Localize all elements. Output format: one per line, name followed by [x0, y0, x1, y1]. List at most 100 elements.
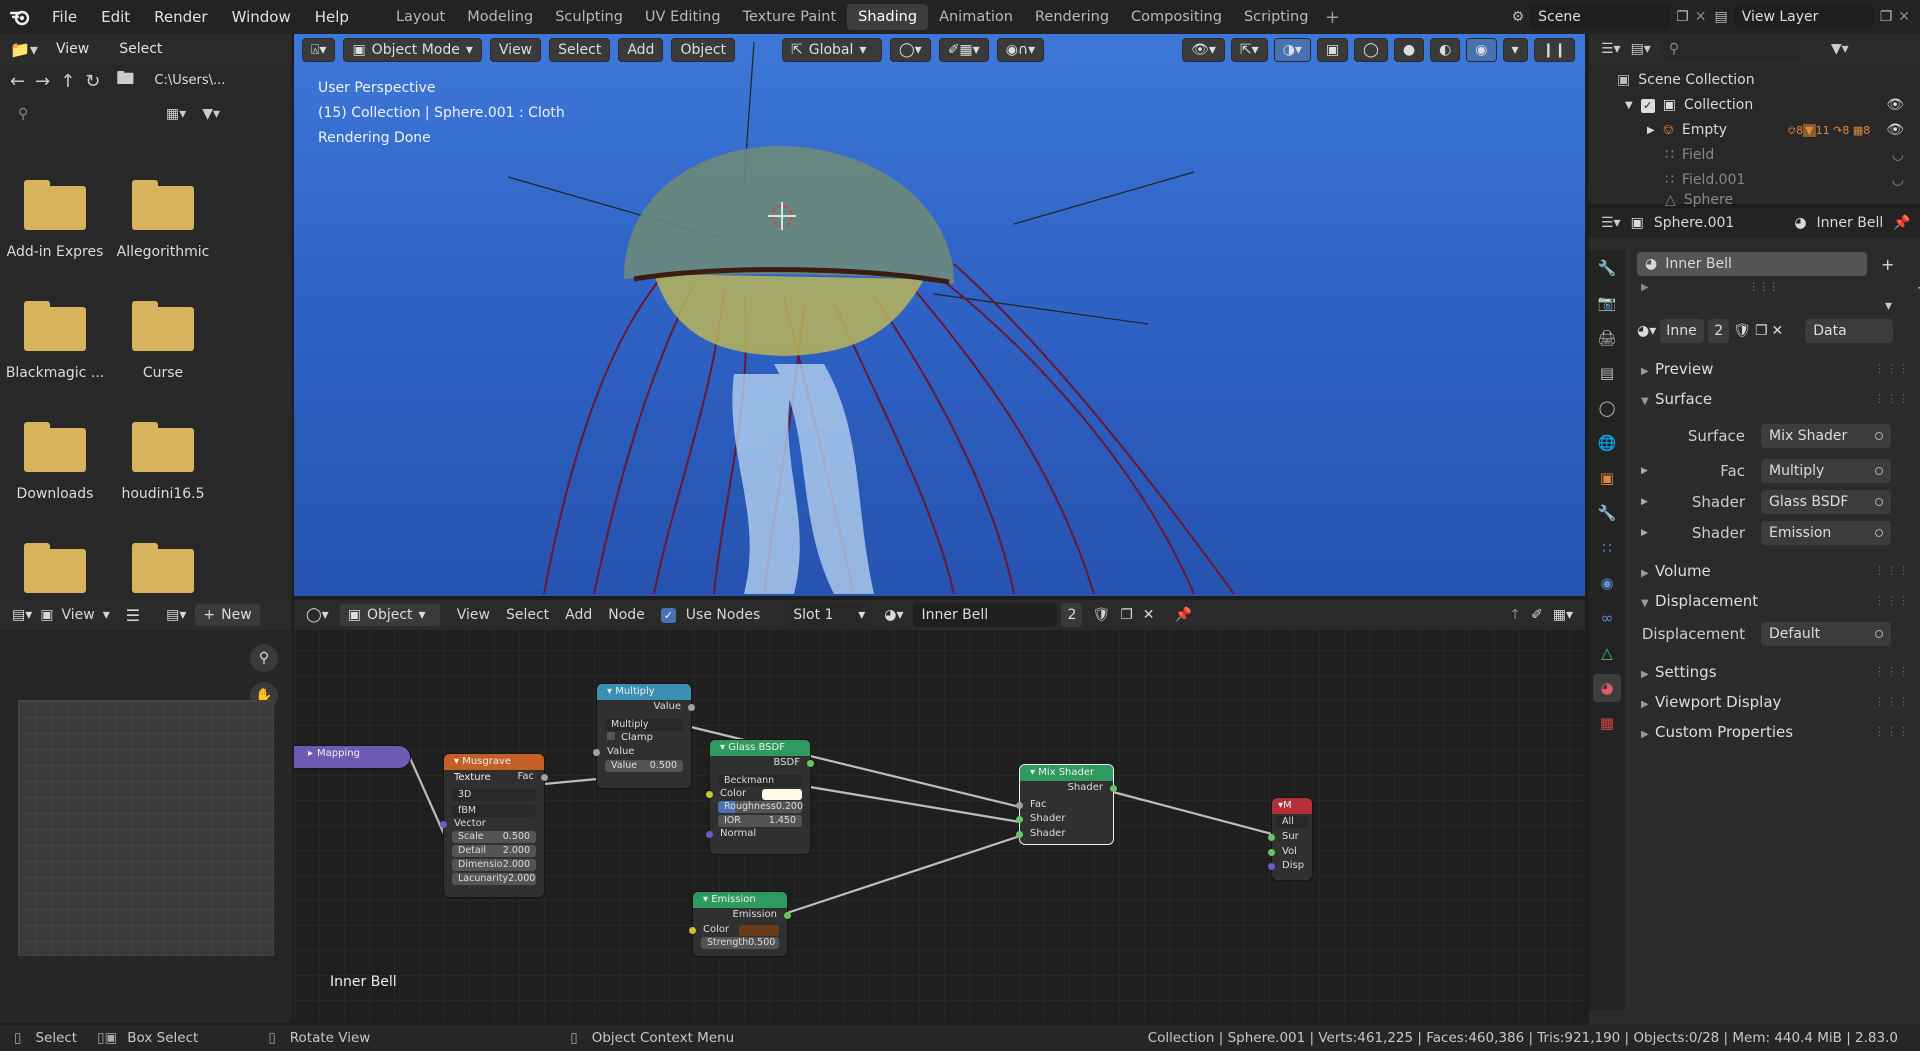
math-operation-dropdown[interactable]: Multiply [605, 718, 683, 731]
dimension-field[interactable]: Dimensio 2.000 [452, 859, 536, 871]
delete-view-layer-icon[interactable]: ✕ [1898, 9, 1910, 25]
outliner-filter-icon[interactable]: ▼▾ [1831, 41, 1849, 57]
expand-arrow-icon[interactable]: ▶ [1647, 118, 1655, 143]
editor-type-image-icon[interactable]: ▤▾ [12, 607, 32, 623]
view-layer-selector[interactable]: ▤ View Layer ❐ ✕ [1714, 5, 1910, 29]
tab-tool-icon[interactable]: 🔧 [1593, 254, 1621, 282]
tree-row-field[interactable]: ∷ Field ◡ [1589, 143, 1920, 168]
duplicate-material-icon[interactable]: ❐ [1755, 323, 1768, 339]
panel-volume[interactable]: ▶ Volume ⋮⋮⋮ [1629, 556, 1920, 586]
displacement-field[interactable]: Default [1761, 621, 1891, 646]
distribution-dropdown[interactable]: Beckmann [718, 774, 802, 787]
shader-input-2[interactable]: Emission [1761, 520, 1891, 545]
file-search-input[interactable]: ⚲ [10, 102, 156, 126]
tab-object-icon[interactable]: ▣ [1593, 464, 1621, 492]
slot-specials-icon[interactable]: ▾ [1885, 298, 1892, 314]
tab-animation[interactable]: Animation [928, 4, 1024, 30]
panel-preview[interactable]: ▶ Preview ⋮⋮⋮ [1629, 354, 1920, 384]
zoom-view-icon[interactable]: ⚲ [250, 644, 278, 672]
scene-name-field[interactable]: Scene [1530, 5, 1671, 29]
view-layer-field[interactable]: View Layer [1733, 5, 1874, 29]
viewport-3d[interactable]: ⍓▾ ▣ Object Mode ▾ View Select Add Object … [294, 34, 1585, 596]
roughness-field[interactable]: Roughness 0.200 [718, 801, 803, 813]
pin-icon[interactable]: 📌 [1893, 215, 1910, 231]
surface-shader-field[interactable]: Mix Shader [1761, 423, 1891, 448]
delete-scene-icon[interactable]: ✕ [1695, 9, 1707, 25]
display-mode-icon[interactable]: ▦▾ [166, 106, 186, 122]
tab-compositing[interactable]: Compositing [1120, 4, 1233, 30]
visibility-eye-icon[interactable]: 👁 [1886, 118, 1904, 143]
link-dropdown[interactable]: Data [1805, 319, 1894, 343]
material-name-field[interactable]: Inne [1660, 319, 1705, 343]
back-arrow-icon[interactable]: ← [10, 71, 25, 92]
tab-scripting[interactable]: Scripting [1233, 4, 1319, 30]
editor-type-folder-icon[interactable]: 📁▾ [10, 40, 38, 59]
proportional-edit-icon[interactable]: ◉∩▾ [996, 38, 1045, 62]
resize-grip-icon[interactable]: ⋮⋮⋮ [1749, 282, 1779, 293]
filter-icon[interactable]: ▼▾ [202, 106, 220, 122]
color-swatch[interactable] [739, 924, 779, 936]
menu-window[interactable]: Window [220, 0, 303, 34]
node-mapping[interactable]: ▸ Mapping [294, 746, 410, 768]
wireframe-shading-icon[interactable]: ◯ [1354, 38, 1388, 62]
lacunarity-field[interactable]: Lacunarity 2.000 [452, 873, 536, 885]
node-glass-bsdf[interactable]: ▾ Glass BSDF BSDF Beckmann Color Roughne… [706, 740, 814, 854]
new-folder-icon[interactable]: 🖿 [116, 66, 134, 96]
tree-row-collection[interactable]: ▼ ✓ ▣ Collection 👁 [1589, 93, 1920, 118]
material-shading-icon[interactable]: ◐ [1430, 38, 1461, 62]
fake-user-icon[interactable]: 🛡 [1733, 323, 1751, 339]
shading-options-icon[interactable]: ▾ [1502, 38, 1528, 62]
node-musgrave-texture[interactable]: ▾ Musgrave Texture Fac 3D fBM Vector Sca… [440, 754, 548, 897]
folder-item[interactable]: Curse [108, 301, 218, 381]
solid-shading-icon[interactable]: ● [1393, 38, 1425, 62]
node-mix-shader[interactable]: ▾ Mix Shader Shader Fac Shader Shader [1016, 765, 1117, 844]
shader-input-1[interactable]: Glass BSDF [1761, 489, 1891, 514]
hamburger-menu-icon[interactable]: ☰ [126, 606, 140, 625]
xray-icon[interactable]: ▣ [1316, 38, 1349, 62]
tab-view-layer-icon[interactable]: ▤ [1593, 359, 1621, 387]
pivot-point-icon[interactable]: ◯▾ [890, 38, 931, 62]
value-field[interactable]: Value 0.500 [605, 759, 683, 772]
rendered-shading-icon[interactable]: ◉ [1466, 38, 1497, 62]
fb-menu-view[interactable]: View [44, 34, 101, 64]
outliner-search-input[interactable]: ⚲ [1660, 37, 1801, 61]
tab-physics-icon[interactable]: ◉ [1593, 569, 1621, 597]
parent-dir-icon[interactable]: ↑ [60, 71, 75, 92]
snap-icon[interactable]: ✐▦▾ [938, 38, 989, 62]
ior-field[interactable]: IOR 1.450 [718, 815, 802, 827]
add-slot-icon[interactable]: + [1881, 255, 1894, 274]
material-users-count[interactable]: 2 [1708, 319, 1730, 343]
image-browse-icon[interactable]: ▤▾ [166, 607, 186, 623]
visibility-icon[interactable]: 👁▾ [1182, 38, 1225, 62]
expand-arrow-icon[interactable]: ▶ [1641, 282, 1649, 293]
collapse-arrow-icon[interactable]: ▾ [454, 756, 462, 767]
object-mode-dropdown[interactable]: ▣ Object Mode ▾ [343, 38, 482, 62]
tab-scene-icon[interactable]: ◯ [1593, 394, 1621, 422]
tab-material-icon[interactable]: ◕ [1593, 674, 1621, 702]
strength-field[interactable]: Strength 0.500 [701, 937, 779, 949]
tree-row-field-001[interactable]: ∷ Field.001 ◡ [1589, 168, 1920, 193]
node-material-output[interactable]: ▾M All Sur Vol Disp [1268, 798, 1312, 880]
tab-shading[interactable]: Shading [847, 4, 929, 30]
folder-item[interactable] [108, 543, 218, 607]
tab-layout[interactable]: Layout [385, 4, 456, 30]
refresh-icon[interactable]: ↻ [85, 71, 100, 92]
tree-row-sphere[interactable]: △ Sphere [1589, 193, 1920, 207]
new-view-layer-icon[interactable]: ❐ [1880, 9, 1893, 25]
musgrave-type-dropdown[interactable]: fBM [452, 804, 536, 817]
folder-item[interactable]: Add-in Expres [0, 180, 110, 260]
tab-world-icon[interactable]: 🌐 [1593, 429, 1621, 457]
clamp-checkbox[interactable] [607, 731, 615, 740]
forward-arrow-icon[interactable]: → [35, 71, 50, 92]
clamp-checkbox-row[interactable]: Clamp [597, 731, 691, 746]
gizmo-icon[interactable]: ⇱▾ [1230, 38, 1268, 62]
outliner-editor-icon[interactable]: ☰▾ [1601, 41, 1621, 57]
vp-menu-select[interactable]: Select [549, 38, 611, 62]
tab-uv-editing[interactable]: UV Editing [634, 4, 732, 30]
panel-viewport-display[interactable]: ▶ Viewport Display ⋮⋮⋮ [1629, 687, 1920, 717]
expand-arrow-icon[interactable]: ▼ [1625, 93, 1633, 118]
tab-render-icon[interactable]: 📷 [1593, 289, 1621, 317]
tab-modeling[interactable]: Modeling [456, 4, 544, 30]
collapse-arrow-icon[interactable]: ▸ [308, 748, 313, 759]
collapse-arrow-icon[interactable]: ▾ [1030, 767, 1038, 778]
